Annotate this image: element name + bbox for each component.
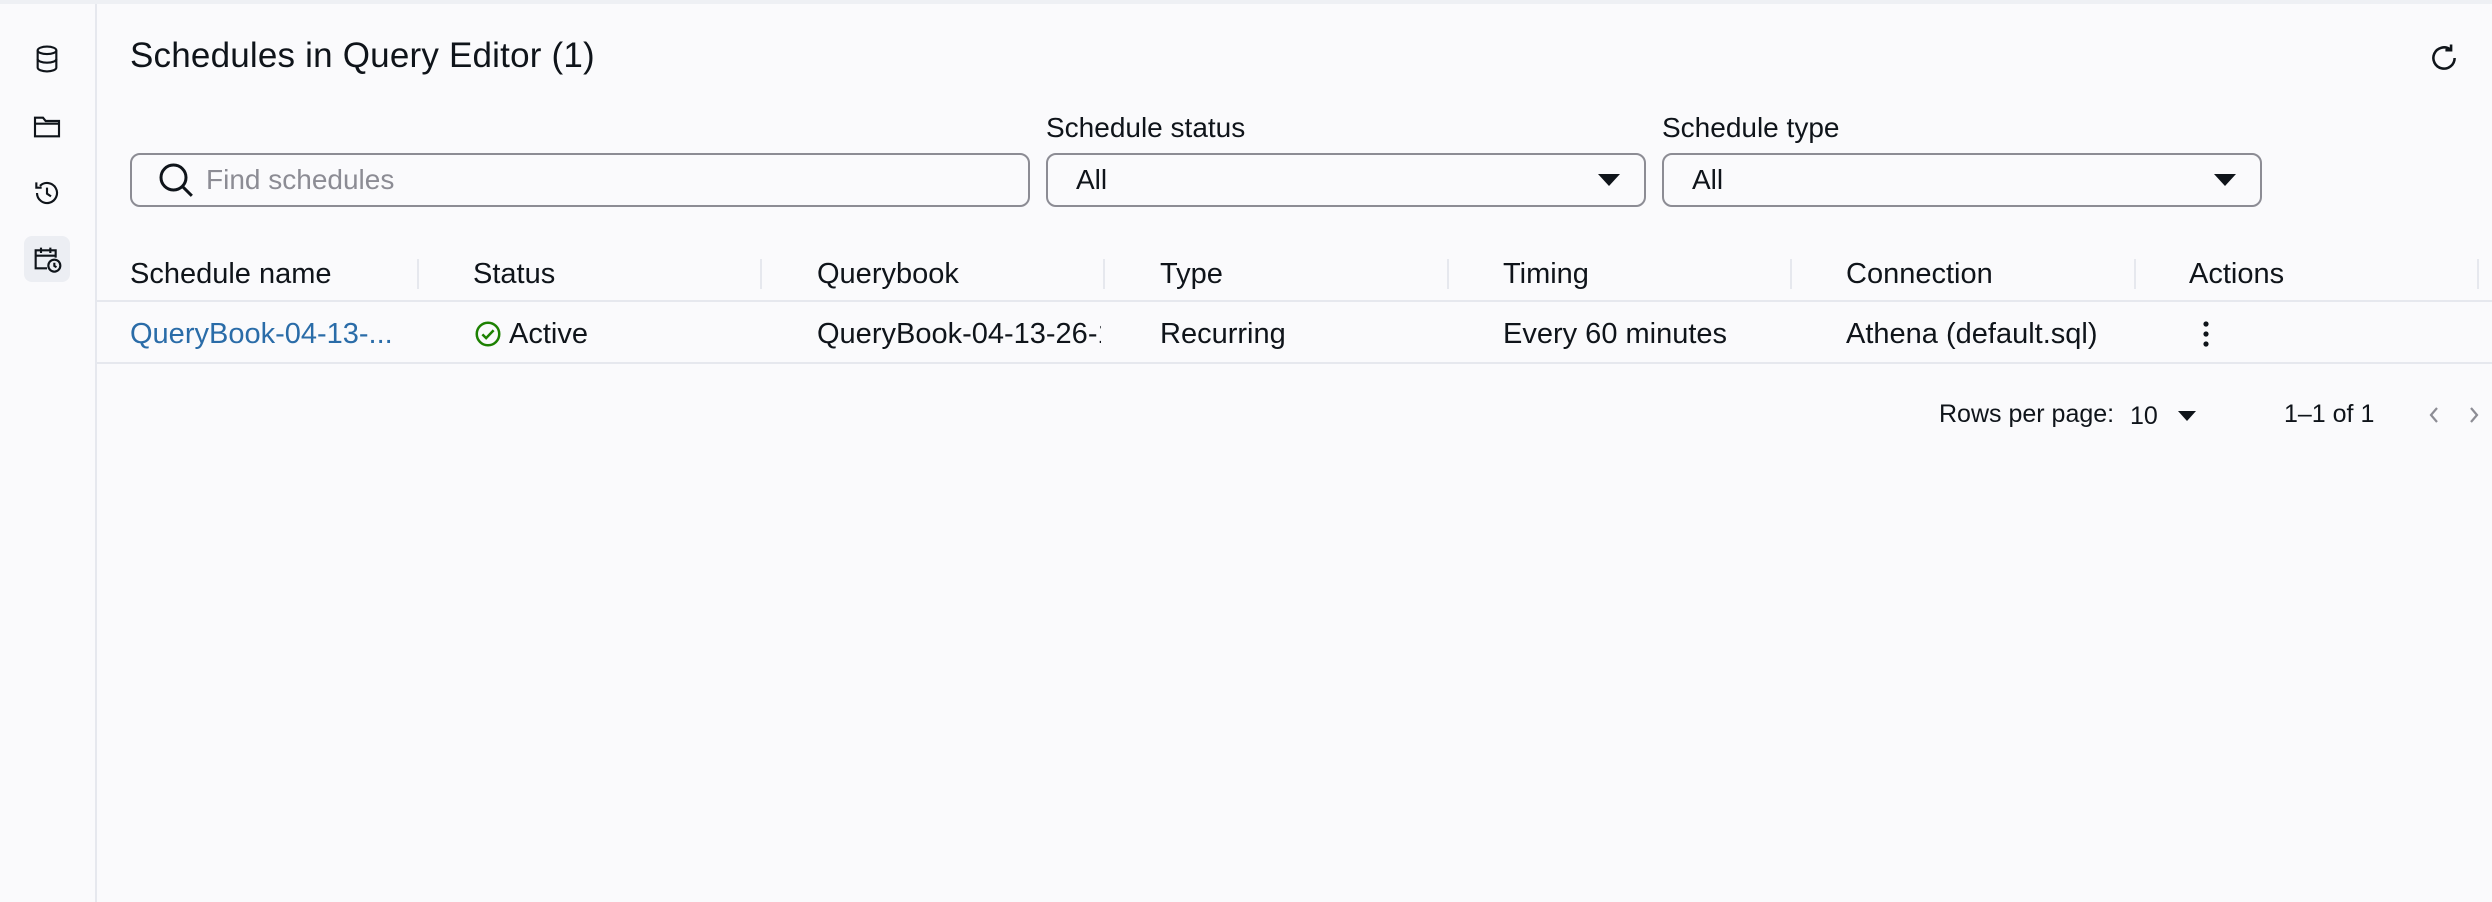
- caret-down-icon: [1598, 174, 1620, 186]
- top-border: [0, 0, 2492, 4]
- column-header-querybook[interactable]: Querybook: [817, 246, 959, 302]
- table-header: Schedule name Status Querybook Type Timi…: [97, 246, 2492, 302]
- timing-cell: Every 60 minutes: [1503, 317, 1728, 350]
- column-header-schedule-name[interactable]: Schedule name: [130, 246, 332, 302]
- type-cell: Recurring: [1160, 317, 1286, 350]
- refresh-button[interactable]: [2424, 38, 2464, 78]
- rail-databases-button[interactable]: [24, 36, 70, 82]
- schedule-type-select[interactable]: All: [1662, 153, 2262, 207]
- next-page-button[interactable]: [2462, 400, 2486, 430]
- column-resizer[interactable]: [2477, 259, 2479, 289]
- column-resizer[interactable]: [1103, 259, 1105, 289]
- rail-history-button[interactable]: [24, 170, 70, 216]
- rail-schedules-button[interactable]: [24, 236, 70, 282]
- row-actions-button[interactable]: [2191, 314, 2221, 354]
- column-resizer[interactable]: [1447, 259, 1449, 289]
- schedules-app: Schedules in Query Editor (1) Schedule s…: [0, 0, 2492, 902]
- chevron-left-icon: [2429, 407, 2438, 423]
- page-title: Schedules in Query Editor (1): [130, 36, 595, 75]
- schedule-status-label: Schedule status: [1046, 112, 1246, 143]
- schedule-status-select[interactable]: All: [1046, 153, 1646, 207]
- column-header-timing[interactable]: Timing: [1503, 246, 1589, 302]
- database-icon: [36, 45, 58, 73]
- previous-page-button[interactable]: [2422, 400, 2446, 430]
- column-resizer[interactable]: [760, 259, 762, 289]
- history-icon: [35, 181, 59, 205]
- connection-cell: Athena (default.sql): [1846, 317, 2098, 350]
- pagination-range: 1–1 of 1: [2284, 400, 2375, 428]
- column-header-connection[interactable]: Connection: [1846, 246, 1993, 302]
- schedule-type-label: Schedule type: [1662, 112, 1840, 143]
- schedule-name-link[interactable]: QueryBook-04-13-...: [130, 304, 415, 364]
- table-row: QueryBook-04-13-... Active QueryBook-04-…: [97, 304, 2492, 364]
- folder-icon: [33, 116, 61, 138]
- rows-per-page-select[interactable]: 10: [2130, 396, 2196, 436]
- column-header-status[interactable]: Status: [473, 246, 555, 302]
- schedule-status-value: All: [1076, 164, 1108, 195]
- actions-cell: [2189, 304, 2309, 364]
- schedule-type-value: All: [1692, 164, 1724, 195]
- rows-per-page-value: 10: [2130, 401, 2158, 430]
- column-resizer[interactable]: [417, 259, 419, 289]
- column-resizer[interactable]: [1790, 259, 1792, 289]
- rail-files-button[interactable]: [24, 104, 70, 150]
- search-input[interactable]: [206, 164, 1006, 196]
- calendar-clock-icon: [34, 247, 62, 273]
- left-rail: [0, 4, 97, 902]
- refresh-icon: [2432, 44, 2456, 70]
- status-badge: Active: [509, 317, 588, 350]
- chevron-right-icon: [2470, 407, 2479, 423]
- search-box[interactable]: [130, 153, 1030, 207]
- querybook-cell: QueryBook-04-13-26-1: [817, 317, 1101, 350]
- rows-per-page-label: Rows per page:: [1939, 400, 2115, 428]
- search-icon: [156, 158, 200, 202]
- column-resizer[interactable]: [2134, 259, 2136, 289]
- column-header-actions: Actions: [2189, 257, 2285, 290]
- caret-down-icon: [2177, 411, 2196, 421]
- status-cell: Active: [473, 304, 758, 364]
- check-circle-icon: [475, 321, 501, 347]
- caret-down-icon: [2214, 174, 2236, 186]
- column-header-type[interactable]: Type: [1160, 246, 1223, 302]
- more-vertical-icon: [2203, 321, 2209, 347]
